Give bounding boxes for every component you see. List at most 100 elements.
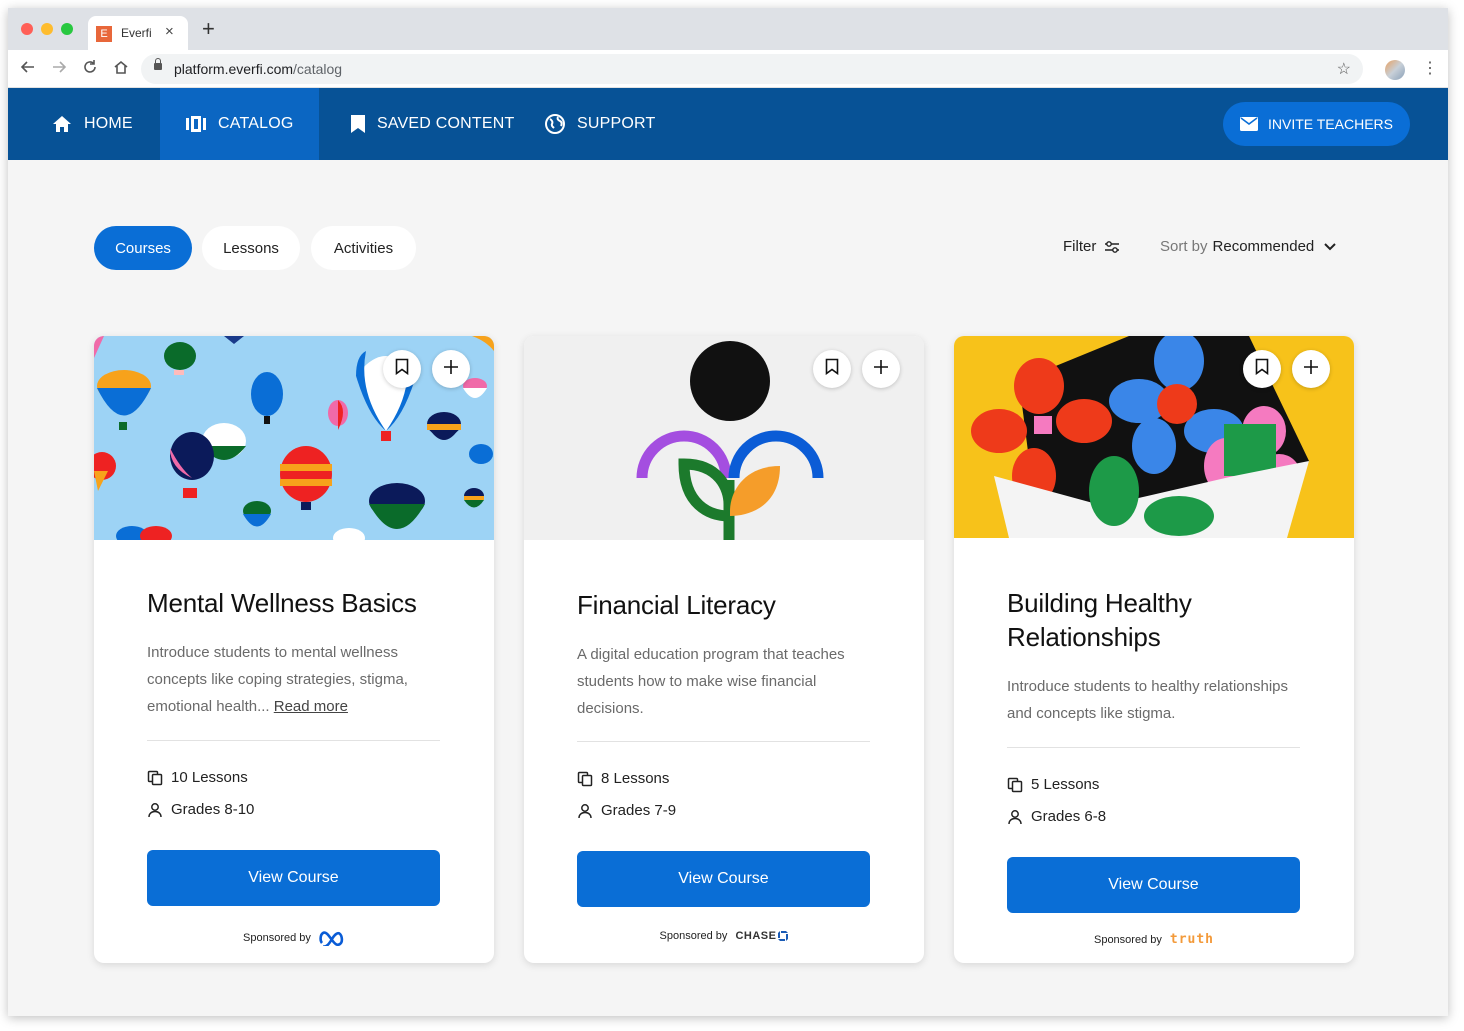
- plus-icon: [443, 359, 459, 380]
- bookmark-icon: [351, 115, 365, 133]
- course-description: Introduce students to mental wellness co…: [147, 644, 408, 715]
- browser-menu-icon[interactable]: ⋮: [1422, 58, 1438, 78]
- nav-item-label: HOME: [84, 115, 133, 132]
- add-button[interactable]: [432, 350, 470, 388]
- divider: [147, 740, 440, 741]
- bookmark-star-icon[interactable]: ☆: [1337, 59, 1351, 79]
- view-course-button[interactable]: View Course: [1007, 857, 1300, 913]
- nav-item-label: SAVED CONTENT: [377, 115, 515, 132]
- user-icon: [1007, 809, 1023, 825]
- plus-icon: [1303, 359, 1319, 380]
- course-card: Building Healthy Relationships Introduce…: [954, 336, 1354, 963]
- add-button[interactable]: [1292, 350, 1330, 388]
- lock-icon: [154, 58, 162, 70]
- browser-window: E Everfi × + platform.everfi.com/catalog…: [8, 8, 1448, 1016]
- tab-activities[interactable]: Activities: [311, 226, 416, 270]
- catalog-icon: [186, 116, 206, 132]
- copy-icon: [577, 771, 593, 787]
- tab-courses[interactable]: Courses: [94, 226, 192, 270]
- home-icon: [52, 115, 72, 133]
- meta-logo-icon: [319, 930, 345, 946]
- bookmark-outline-icon: [825, 358, 839, 380]
- globe-icon: [545, 114, 565, 134]
- nav-item-label: CATALOG: [218, 115, 294, 132]
- nav-item-catalog[interactable]: CATALOG: [160, 88, 319, 160]
- address-bar[interactable]: platform.everfi.com/catalog ☆: [141, 54, 1363, 84]
- course-title: Financial Literacy: [577, 590, 776, 620]
- lessons-count: 10 Lessons: [147, 769, 248, 786]
- divider: [1007, 747, 1300, 748]
- bookmark-outline-icon: [395, 358, 409, 380]
- profile-avatar[interactable]: [1385, 60, 1405, 80]
- browser-toolbar: platform.everfi.com/catalog ☆ ⋮: [8, 50, 1448, 88]
- grades-range: Grades 8-10: [147, 801, 254, 818]
- lessons-label: 10 Lessons: [171, 769, 248, 786]
- view-course-button[interactable]: View Course: [577, 851, 870, 907]
- plus-icon: [873, 359, 889, 380]
- chevron-down-icon: [1324, 242, 1336, 251]
- invite-teachers-label: INVITE TEACHERS: [1268, 116, 1393, 132]
- tab-strip: E Everfi × +: [8, 8, 1448, 50]
- sponsored-by-label: Sponsored by: [243, 932, 311, 944]
- user-icon: [147, 802, 163, 818]
- sort-dropdown[interactable]: Sort by Recommended: [1160, 238, 1336, 255]
- main-nav: HOME CATALOG SAVED CONTENT SUPPORT INVIT…: [8, 88, 1448, 160]
- course-card: Mental Wellness Basics Introduce student…: [94, 336, 494, 963]
- nav-item-home[interactable]: HOME: [52, 88, 133, 160]
- lessons-count: 5 Lessons: [1007, 776, 1099, 793]
- course-title: Mental Wellness Basics: [147, 588, 417, 618]
- view-course-button[interactable]: View Course: [147, 850, 440, 906]
- sort-value: Recommended: [1212, 238, 1315, 255]
- close-window-button[interactable]: [21, 23, 33, 35]
- lessons-count: 8 Lessons: [577, 770, 669, 787]
- bookmark-button[interactable]: [1243, 350, 1281, 388]
- forward-icon[interactable]: [51, 59, 67, 80]
- nav-item-support[interactable]: SUPPORT: [545, 88, 655, 160]
- bookmark-outline-icon: [1255, 358, 1269, 380]
- reload-icon[interactable]: [82, 59, 98, 80]
- grades-range: Grades 7-9: [577, 802, 676, 819]
- tab-title: Everfi: [121, 26, 152, 40]
- home-browser-icon[interactable]: [113, 59, 129, 80]
- invite-teachers-button[interactable]: INVITE TEACHERS: [1223, 102, 1410, 146]
- browser-tab[interactable]: E Everfi ×: [88, 16, 188, 50]
- nav-item-saved-content[interactable]: SAVED CONTENT: [351, 88, 514, 160]
- url-text: platform.everfi.com/catalog: [174, 61, 343, 77]
- sponsor-line: Sponsored by CHASE: [524, 930, 924, 942]
- sponsor-line: Sponsored by: [94, 930, 494, 946]
- maximize-window-button[interactable]: [61, 23, 73, 35]
- sliders-icon: [1104, 240, 1120, 254]
- grades-range: Grades 6-8: [1007, 808, 1106, 825]
- bookmark-button[interactable]: [383, 350, 421, 388]
- bookmark-button[interactable]: [813, 350, 851, 388]
- lessons-label: 5 Lessons: [1031, 776, 1100, 793]
- grades-label: Grades 7-9: [601, 802, 677, 819]
- grades-label: Grades 8-10: [171, 801, 255, 818]
- tab-close-icon[interactable]: ×: [165, 23, 174, 40]
- filter-button[interactable]: Filter: [1063, 238, 1120, 255]
- tab-lessons[interactable]: Lessons: [202, 226, 300, 270]
- everfi-favicon-icon: E: [96, 26, 112, 42]
- course-card: Financial Literacy A digital education p…: [524, 336, 924, 963]
- copy-icon: [1007, 777, 1023, 793]
- read-more-link[interactable]: Read more: [274, 698, 348, 715]
- sponsored-by-label: Sponsored by: [1093, 933, 1162, 946]
- lessons-label: 8 Lessons: [601, 770, 670, 787]
- new-tab-icon[interactable]: +: [202, 18, 215, 40]
- sort-prefix: Sort by: [1160, 238, 1208, 255]
- course-description: A digital education program that teaches…: [577, 646, 845, 717]
- grades-label: Grades 6-8: [1031, 808, 1107, 825]
- mail-icon: [1240, 117, 1258, 131]
- sponsor-line: Sponsored by truth: [954, 932, 1354, 947]
- sponsored-by-label: Sponsored by: [659, 930, 728, 942]
- back-icon[interactable]: [20, 59, 36, 80]
- chase-logo-icon: CHASE: [735, 930, 789, 942]
- minimize-window-button[interactable]: [41, 23, 53, 35]
- copy-icon: [147, 770, 163, 786]
- truth-logo-icon: truth: [1169, 932, 1215, 947]
- nav-item-label: SUPPORT: [577, 115, 656, 132]
- user-icon: [577, 803, 593, 819]
- filter-label: Filter: [1063, 238, 1097, 255]
- add-button[interactable]: [862, 350, 900, 388]
- course-description: Introduce students to healthy relationsh…: [1007, 678, 1289, 722]
